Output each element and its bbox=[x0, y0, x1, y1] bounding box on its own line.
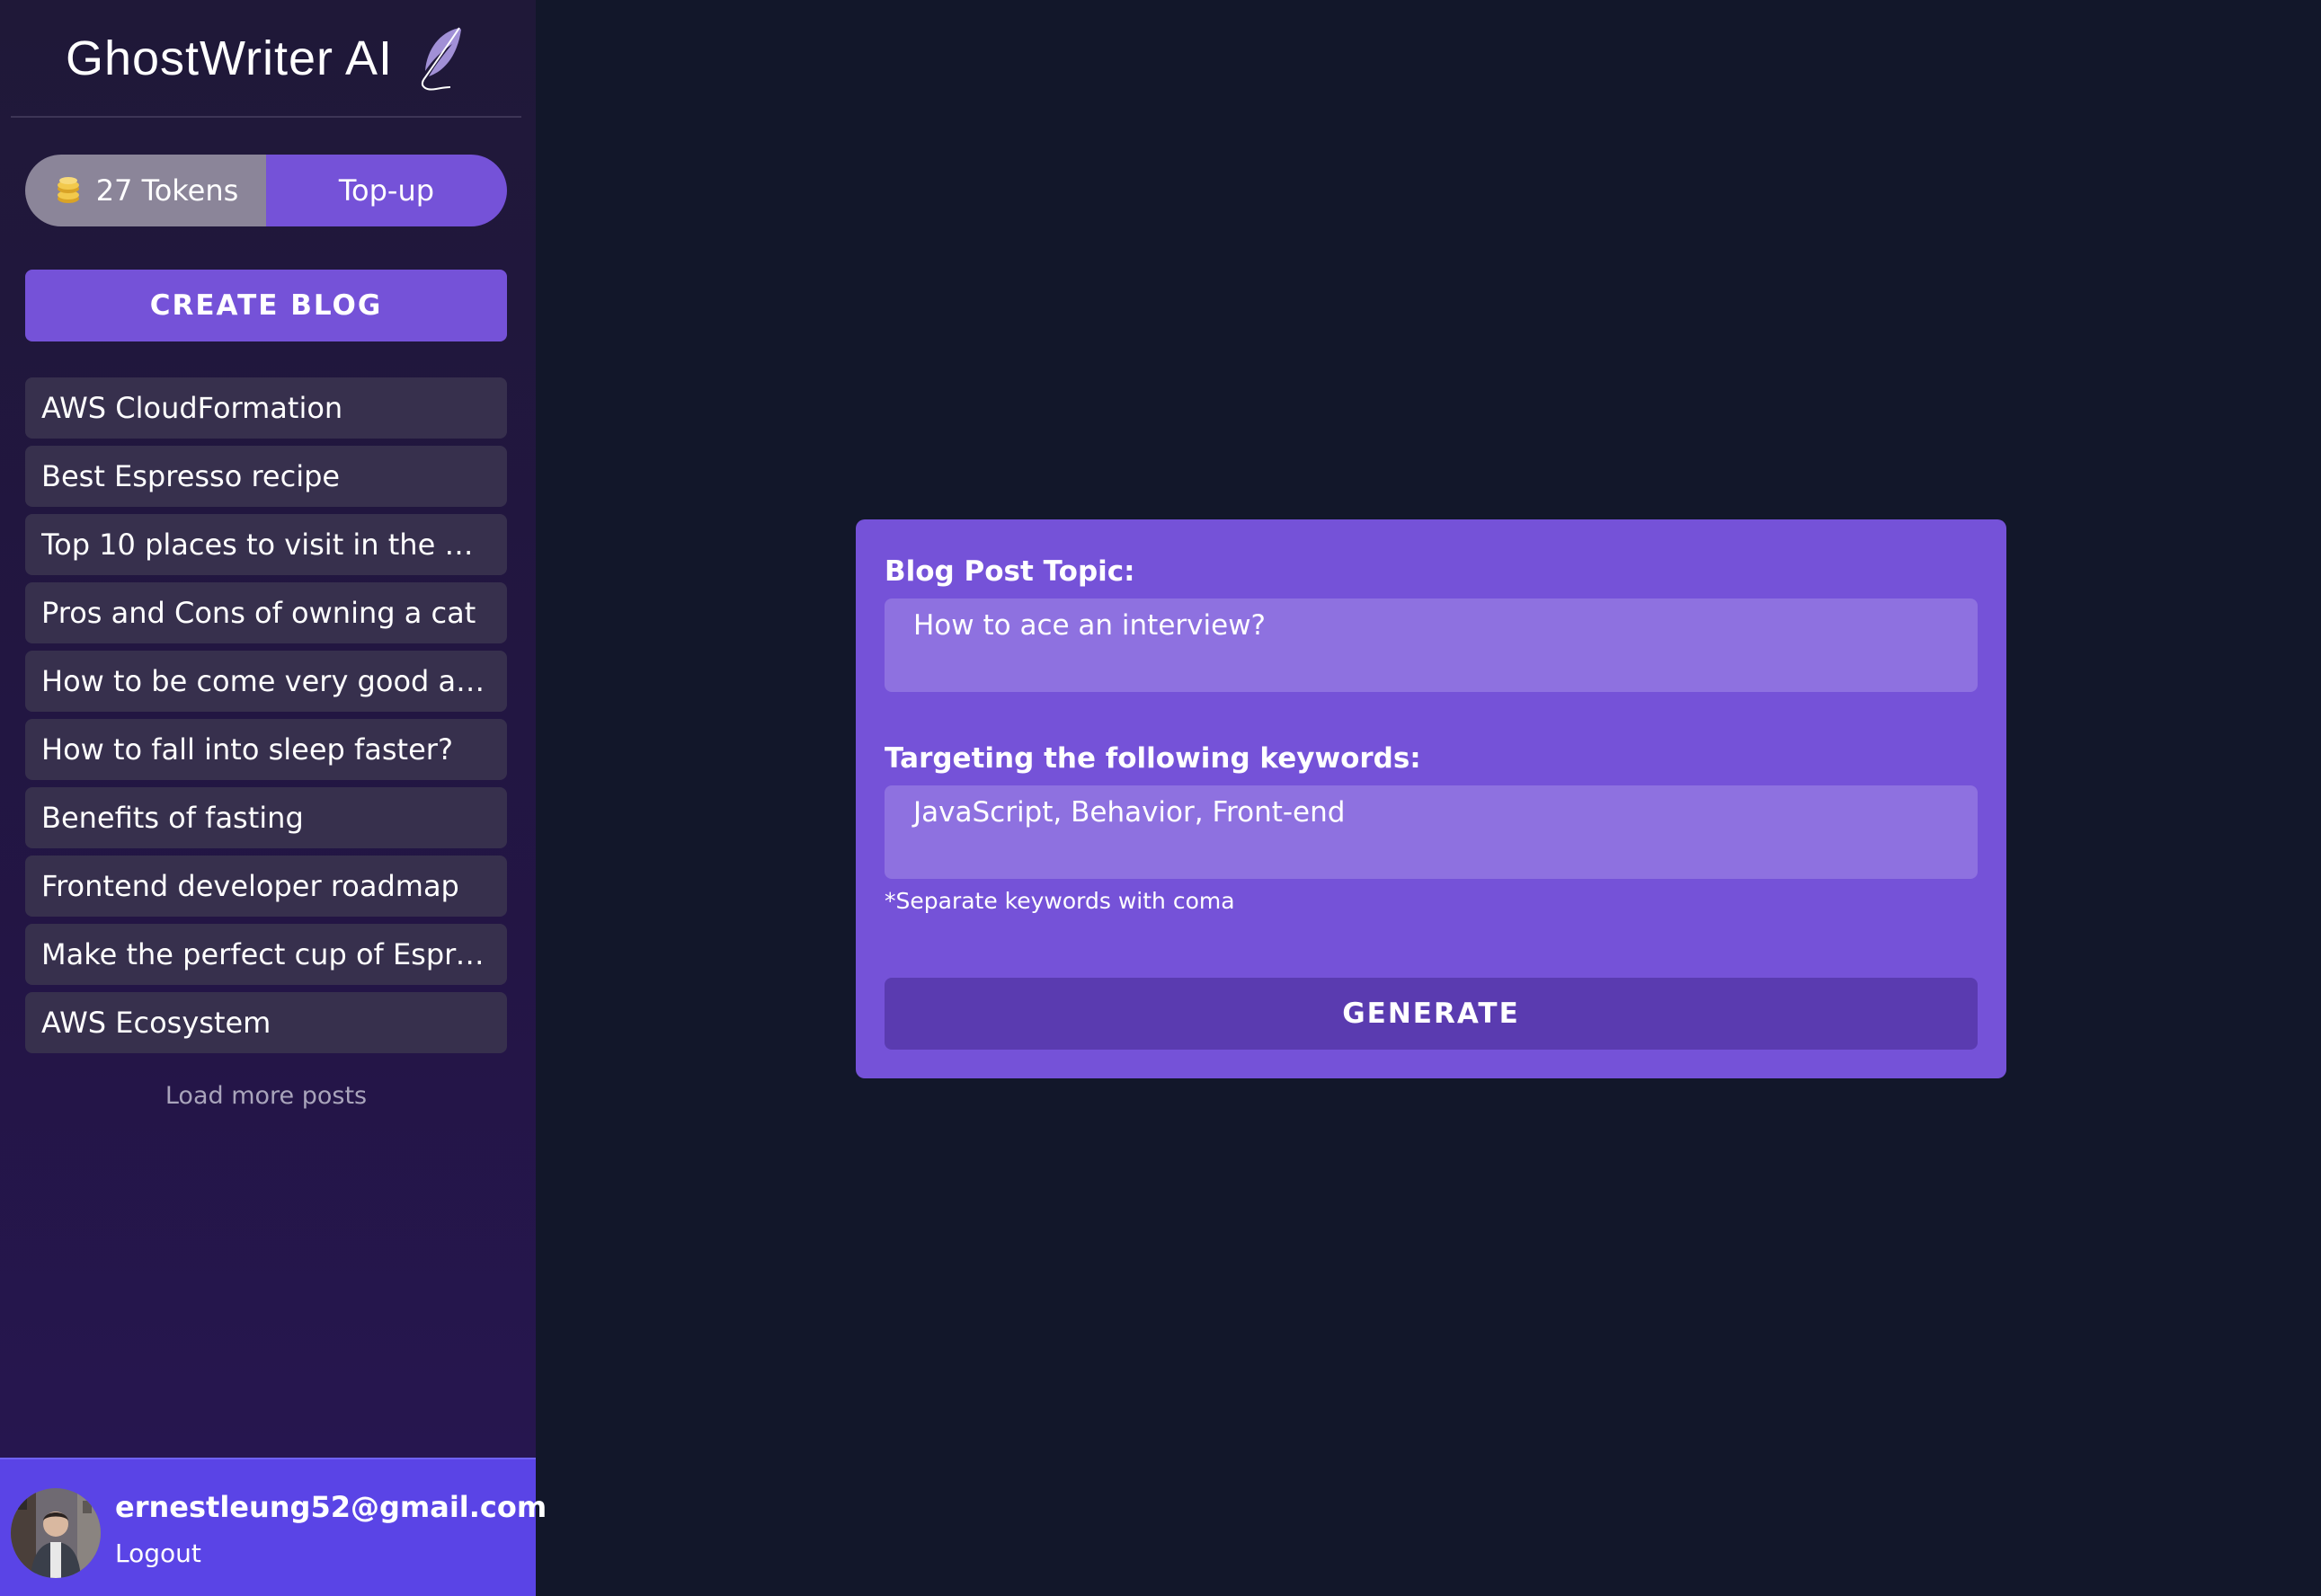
avatar bbox=[11, 1488, 101, 1578]
app-title: GhostWriter AI bbox=[65, 31, 394, 85]
list-item[interactable]: AWS Ecosystem bbox=[25, 992, 507, 1053]
list-item[interactable]: Benefits of fasting bbox=[25, 787, 507, 848]
list-item[interactable]: How to be come very good at Re... bbox=[25, 651, 507, 712]
token-balance: 27 Tokens bbox=[25, 155, 266, 226]
list-item[interactable]: AWS CloudFormation bbox=[25, 377, 507, 439]
topic-label: Blog Post Topic: bbox=[885, 555, 1135, 588]
sidebar: GhostWriter AI 27 Tokens Top-up CREATE B… bbox=[0, 0, 547, 1596]
avatar-image bbox=[11, 1488, 101, 1578]
token-count: 27 Tokens bbox=[95, 173, 239, 208]
topic-field[interactable]: How to ace an interview? bbox=[885, 598, 1978, 692]
user-email: ernestleung52@gmail.com bbox=[115, 1490, 547, 1524]
keywords-hint: *Separate keywords with coma bbox=[885, 888, 1235, 914]
blog-form-card: Blog Post Topic: How to ace an interview… bbox=[856, 519, 2006, 1078]
generate-button[interactable]: GENERATE bbox=[885, 978, 1978, 1050]
list-item[interactable]: Pros and Cons of owning a cat bbox=[25, 582, 507, 643]
feather-icon bbox=[422, 26, 462, 90]
list-item[interactable]: Top 10 places to visit in the world bbox=[25, 514, 507, 575]
brand-header: GhostWriter AI bbox=[11, 0, 521, 118]
coins-icon bbox=[57, 177, 79, 203]
token-bar: 27 Tokens Top-up bbox=[25, 155, 507, 226]
post-list: AWS CloudFormation Best Espresso recipe … bbox=[25, 377, 507, 1060]
list-item[interactable]: Make the perfect cup of Espresso bbox=[25, 924, 507, 985]
load-more-link[interactable]: Load more posts bbox=[25, 1082, 507, 1118]
keywords-label: Targeting the following keywords: bbox=[885, 742, 1421, 775]
list-item[interactable]: Best Espresso recipe bbox=[25, 446, 507, 507]
user-footer: ernestleung52@gmail.com Logout bbox=[0, 1458, 547, 1596]
keywords-field[interactable]: JavaScript, Behavior, Front-end bbox=[885, 785, 1978, 879]
create-blog-button[interactable]: CREATE BLOG bbox=[25, 270, 507, 341]
list-item[interactable]: How to fall into sleep faster? bbox=[25, 719, 507, 780]
topup-button[interactable]: Top-up bbox=[266, 155, 507, 226]
logout-link[interactable]: Logout bbox=[115, 1538, 201, 1568]
list-item[interactable]: Frontend developer roadmap bbox=[25, 856, 507, 917]
